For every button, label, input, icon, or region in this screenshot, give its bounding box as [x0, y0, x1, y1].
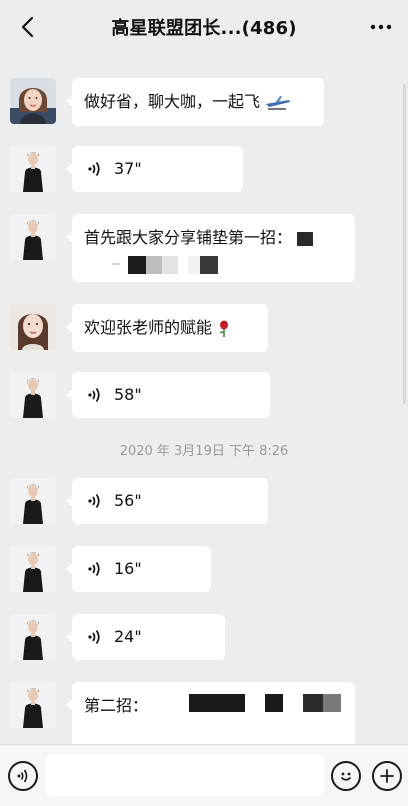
voice-duration: 16" [114, 559, 142, 578]
avatar[interactable] [10, 214, 56, 260]
voice-wave-icon [88, 388, 100, 402]
redacted-block [297, 231, 314, 246]
emoji-icon [340, 772, 352, 781]
voice-duration: 37" [114, 159, 142, 178]
input-bar [0, 744, 408, 806]
voice-duration: 58" [114, 385, 142, 404]
rose-emoji-icon [220, 320, 229, 337]
message-bubble[interactable]: 做好省，聊大咖，一起飞 [66, 78, 324, 126]
scrollbar[interactable] [403, 84, 406, 404]
add-button[interactable] [372, 761, 402, 791]
message-bubble[interactable]: 第二招： [66, 682, 355, 744]
redacted-block [128, 256, 146, 274]
man-in-black-avatar [10, 546, 56, 592]
woman-portrait-avatar [10, 304, 56, 350]
voice-message[interactable]: 58" [66, 372, 270, 418]
man-in-black-avatar [10, 682, 56, 728]
message-bubble[interactable]: 欢迎张老师的赋能 [66, 304, 268, 352]
back-button[interactable] [14, 14, 40, 40]
avatar[interactable] [10, 304, 56, 350]
man-in-black-avatar [10, 614, 56, 660]
redacted-block [146, 256, 162, 274]
voice-message[interactable]: 56" [66, 478, 268, 524]
man-in-black-avatar [10, 372, 56, 418]
message-text: 欢迎张老师的赋能 [84, 318, 213, 337]
voice-duration: 24" [114, 627, 142, 646]
airplane-emoji-icon [266, 95, 291, 110]
more-dots-icon [370, 24, 392, 30]
avatar[interactable] [10, 372, 56, 418]
message-bubble[interactable]: 首先跟大家分享铺垫第一招： [66, 214, 355, 282]
avatar[interactable] [10, 682, 56, 728]
redacted-block [112, 263, 120, 265]
redacted-block [323, 694, 341, 712]
redacted-block [162, 256, 178, 274]
man-in-black-avatar [10, 214, 56, 260]
voice-wave-icon [88, 562, 100, 576]
redacted-block [265, 694, 283, 712]
voice-duration: 56" [114, 491, 142, 510]
redacted-block [303, 694, 323, 712]
voice-toggle-button[interactable] [8, 761, 38, 791]
avatar[interactable] [10, 146, 56, 192]
avatar[interactable] [10, 546, 56, 592]
avatar[interactable] [10, 78, 56, 124]
voice-message[interactable]: 24" [66, 614, 225, 660]
man-in-black-avatar [10, 478, 56, 524]
voice-wave-icon [88, 630, 100, 644]
plus-icon [380, 769, 394, 783]
timestamp: 2020 年 3月19日 下午 8:26 [119, 444, 289, 459]
message-text: 首先跟大家分享铺垫第一招： [84, 228, 293, 247]
avatar[interactable] [10, 478, 56, 524]
voice-message[interactable]: 37" [66, 146, 243, 192]
chat-title: 高星联盟团长...(486) [111, 18, 297, 39]
woman-portrait-avatar [10, 78, 56, 124]
redacted-line [84, 256, 343, 274]
voice-mode-icon [17, 769, 28, 783]
more-button[interactable] [366, 14, 396, 40]
chat-header: 高星联盟团长...(486) [0, 0, 408, 54]
message-list[interactable]: 做好省，聊大咖，一起飞 37" 首先跟大家分享铺垫第一招： 欢迎张老师的赋能 5… [0, 54, 408, 744]
voice-wave-icon [88, 162, 100, 176]
message-input[interactable] [46, 754, 324, 796]
message-text: 第二招： [84, 696, 149, 715]
chevron-left-icon [21, 16, 34, 38]
redacted-block [200, 256, 218, 274]
avatar[interactable] [10, 614, 56, 660]
emoji-button[interactable] [331, 761, 361, 791]
man-in-black-avatar [10, 146, 56, 192]
voice-wave-icon [88, 494, 100, 508]
redacted-block [188, 256, 200, 274]
voice-message[interactable]: 16" [66, 546, 211, 592]
redacted-block [189, 694, 245, 712]
message-text: 做好省，聊大咖，一起飞 [84, 92, 261, 111]
